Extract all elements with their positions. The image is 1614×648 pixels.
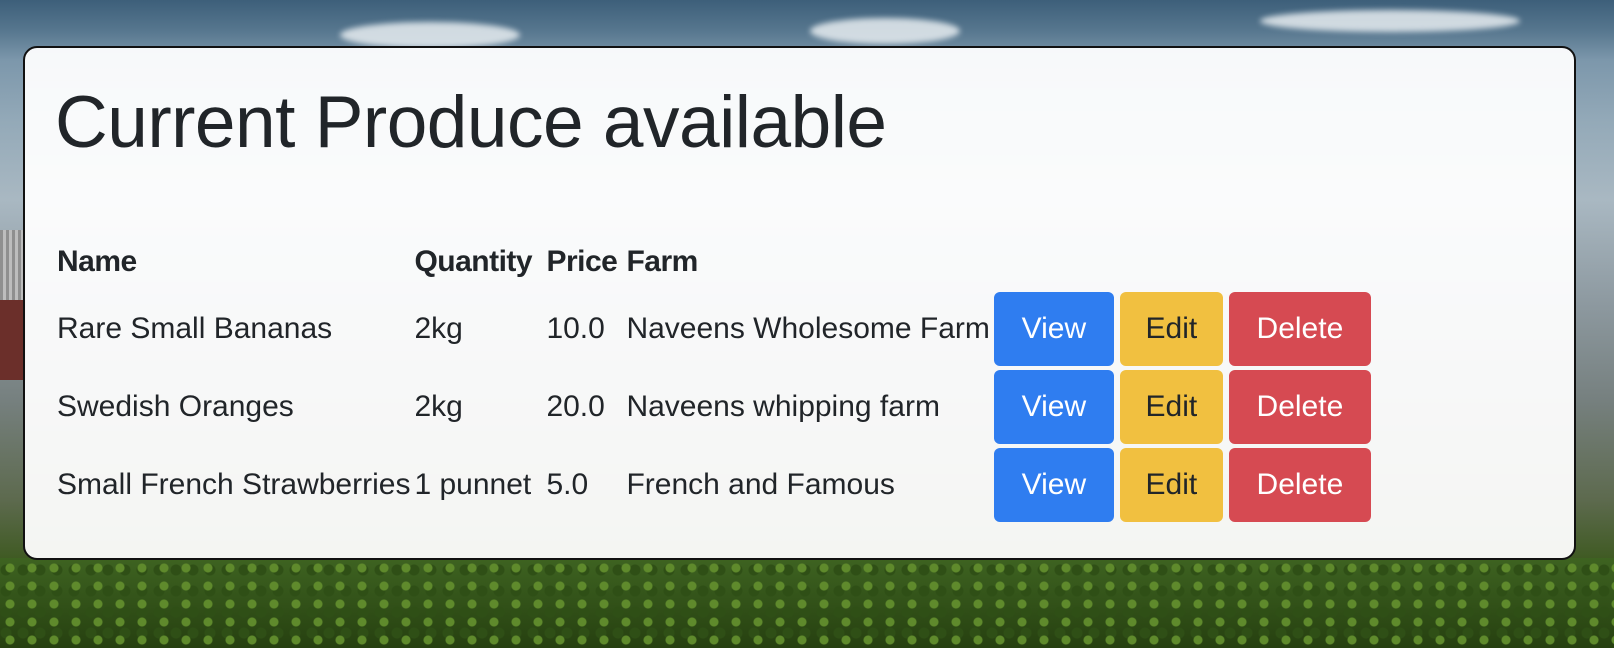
cell-farm: Naveens whipping farm: [626, 390, 940, 423]
cell-actions: View Edit Delete: [992, 368, 1373, 446]
cell-price: 20.0: [546, 390, 605, 423]
delete-button[interactable]: Delete: [1228, 370, 1371, 444]
cell-quantity: 1 punnet: [414, 468, 532, 501]
table-header-row: Name Quantity Price Farm: [55, 234, 1373, 290]
cloud: [1260, 10, 1520, 32]
cell-quantity: 2kg: [414, 312, 463, 345]
cell-quantity: 2kg: [414, 390, 463, 423]
cloud: [810, 18, 960, 44]
cell-name: Swedish Oranges: [57, 390, 294, 423]
cell-price: 5.0: [546, 468, 589, 501]
edit-button[interactable]: Edit: [1119, 292, 1223, 366]
table-row: Swedish Oranges 2kg 20.0 Naveens whippin…: [55, 368, 1373, 446]
view-button[interactable]: View: [993, 292, 1114, 366]
delete-button[interactable]: Delete: [1228, 292, 1371, 366]
column-header-name: Name: [57, 245, 137, 278]
table-row: Small French Strawberries 1 punnet 5.0 F…: [55, 446, 1373, 524]
edit-button[interactable]: Edit: [1119, 370, 1223, 444]
edit-button[interactable]: Edit: [1119, 448, 1223, 522]
cell-farm: French and Famous: [626, 468, 895, 501]
view-button[interactable]: View: [993, 448, 1114, 522]
cell-actions: View Edit Delete: [992, 446, 1373, 524]
column-header-price: Price: [546, 245, 618, 278]
view-button[interactable]: View: [993, 370, 1114, 444]
row-actions: View Edit Delete: [993, 448, 1371, 522]
page-title: Current Produce available: [55, 82, 887, 163]
cloud: [340, 22, 520, 48]
row-actions: View Edit Delete: [993, 370, 1371, 444]
produce-table: Name Quantity Price Farm Rare Small Bana…: [55, 234, 1373, 524]
produce-card: Current Produce available Name Quantity …: [23, 46, 1576, 560]
cell-name: Small French Strawberries: [57, 468, 411, 501]
row-actions: View Edit Delete: [993, 292, 1371, 366]
cell-price: 10.0: [546, 312, 605, 345]
cell-farm: Naveens Wholesome Farm: [626, 312, 990, 345]
table-row: Rare Small Bananas 2kg 10.0 Naveens Whol…: [55, 290, 1373, 368]
column-header-quantity: Quantity: [414, 245, 533, 278]
cell-actions: View Edit Delete: [992, 290, 1373, 368]
delete-button[interactable]: Delete: [1228, 448, 1371, 522]
crop-field: [0, 558, 1614, 648]
column-header-farm: Farm: [626, 245, 698, 278]
cell-name: Rare Small Bananas: [57, 312, 333, 345]
column-header-actions: [992, 234, 1373, 290]
